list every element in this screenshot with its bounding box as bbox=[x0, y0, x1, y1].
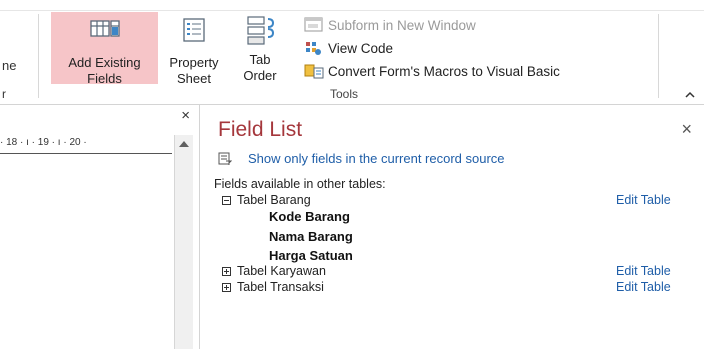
expand-icon[interactable] bbox=[222, 282, 231, 292]
field-list-pane: Field List × Show only fields in the cur… bbox=[200, 105, 704, 349]
table-name: Tabel Barang bbox=[237, 193, 311, 207]
subform-window-icon bbox=[304, 17, 323, 32]
field-item[interactable]: Kode Barang bbox=[269, 209, 350, 224]
convert-macros-icon bbox=[304, 64, 324, 79]
ribbon: ne r Add Existing Fields Property Sheet bbox=[0, 0, 704, 104]
group-separator bbox=[658, 14, 659, 98]
add-existing-fields-label-1: Add Existing bbox=[68, 55, 141, 70]
partial-ribbon-label: ne bbox=[2, 58, 17, 73]
ruler-line bbox=[0, 153, 172, 154]
table-row-tabel-karyawan[interactable]: Tabel Karyawan bbox=[222, 263, 326, 279]
show-only-fields-link[interactable]: Show only fields in the current record s… bbox=[218, 151, 505, 166]
subform-new-window-button[interactable]: Subform in New Window bbox=[304, 15, 476, 35]
ribbon-top-border bbox=[0, 10, 704, 11]
add-existing-fields-icon bbox=[89, 20, 120, 37]
form-design-pane: × · 18 · ı · 19 · ı · 20 · bbox=[0, 105, 200, 349]
convert-macros-button[interactable]: Convert Form's Macros to Visual Basic bbox=[304, 61, 560, 81]
chevron-up-icon[interactable] bbox=[684, 90, 696, 100]
group-separator bbox=[38, 14, 39, 98]
tab-order-button[interactable]: Tab Order bbox=[230, 12, 290, 84]
collapse-icon[interactable] bbox=[222, 195, 231, 205]
tools-group-label: Tools bbox=[330, 87, 359, 101]
edit-table-link[interactable]: Edit Table bbox=[616, 264, 671, 278]
partial-group-label: r bbox=[2, 87, 6, 101]
fields-available-label: Fields available in other tables: bbox=[214, 177, 386, 191]
tab-order-icon bbox=[247, 16, 275, 45]
tab-order-label-2: Order bbox=[243, 68, 277, 83]
subform-new-window-label: Subform in New Window bbox=[328, 17, 476, 33]
edit-table-link[interactable]: Edit Table bbox=[616, 280, 671, 294]
close-icon[interactable]: × bbox=[681, 119, 692, 140]
scroll-up-icon[interactable] bbox=[179, 141, 189, 147]
view-code-button[interactable]: View Code bbox=[304, 38, 393, 58]
expand-icon[interactable] bbox=[222, 266, 231, 276]
show-only-fields-label: Show only fields in the current record s… bbox=[248, 151, 505, 166]
tab-order-label-1: Tab bbox=[249, 52, 271, 67]
horizontal-ruler: · 18 · ı · 19 · ı · 20 · bbox=[0, 137, 87, 148]
add-existing-fields-button[interactable]: Add Existing Fields bbox=[51, 12, 158, 86]
property-sheet-icon bbox=[183, 18, 205, 42]
property-sheet-label-2: Sheet bbox=[177, 71, 211, 86]
table-row-tabel-transaksi[interactable]: Tabel Transaksi bbox=[222, 279, 324, 295]
property-sheet-button[interactable]: Property Sheet bbox=[158, 12, 230, 86]
field-list-title: Field List bbox=[218, 118, 303, 141]
add-existing-fields-label-2: Fields bbox=[87, 71, 122, 86]
view-code-label: View Code bbox=[328, 40, 394, 56]
table-row-tabel-barang[interactable]: Tabel Barang bbox=[222, 192, 311, 208]
convert-macros-label: Convert Form's Macros to Visual Basic bbox=[328, 63, 560, 79]
table-name: Tabel Karyawan bbox=[237, 264, 326, 278]
filter-icon bbox=[218, 152, 232, 165]
field-item[interactable]: Nama Barang bbox=[269, 229, 353, 244]
close-icon[interactable]: × bbox=[181, 107, 190, 124]
field-item[interactable]: Harga Satuan bbox=[269, 248, 353, 263]
table-name: Tabel Transaksi bbox=[237, 280, 324, 294]
vertical-scrollbar[interactable] bbox=[174, 135, 193, 349]
view-code-icon bbox=[306, 42, 321, 55]
edit-table-link[interactable]: Edit Table bbox=[616, 193, 671, 207]
property-sheet-label-1: Property bbox=[169, 55, 219, 70]
